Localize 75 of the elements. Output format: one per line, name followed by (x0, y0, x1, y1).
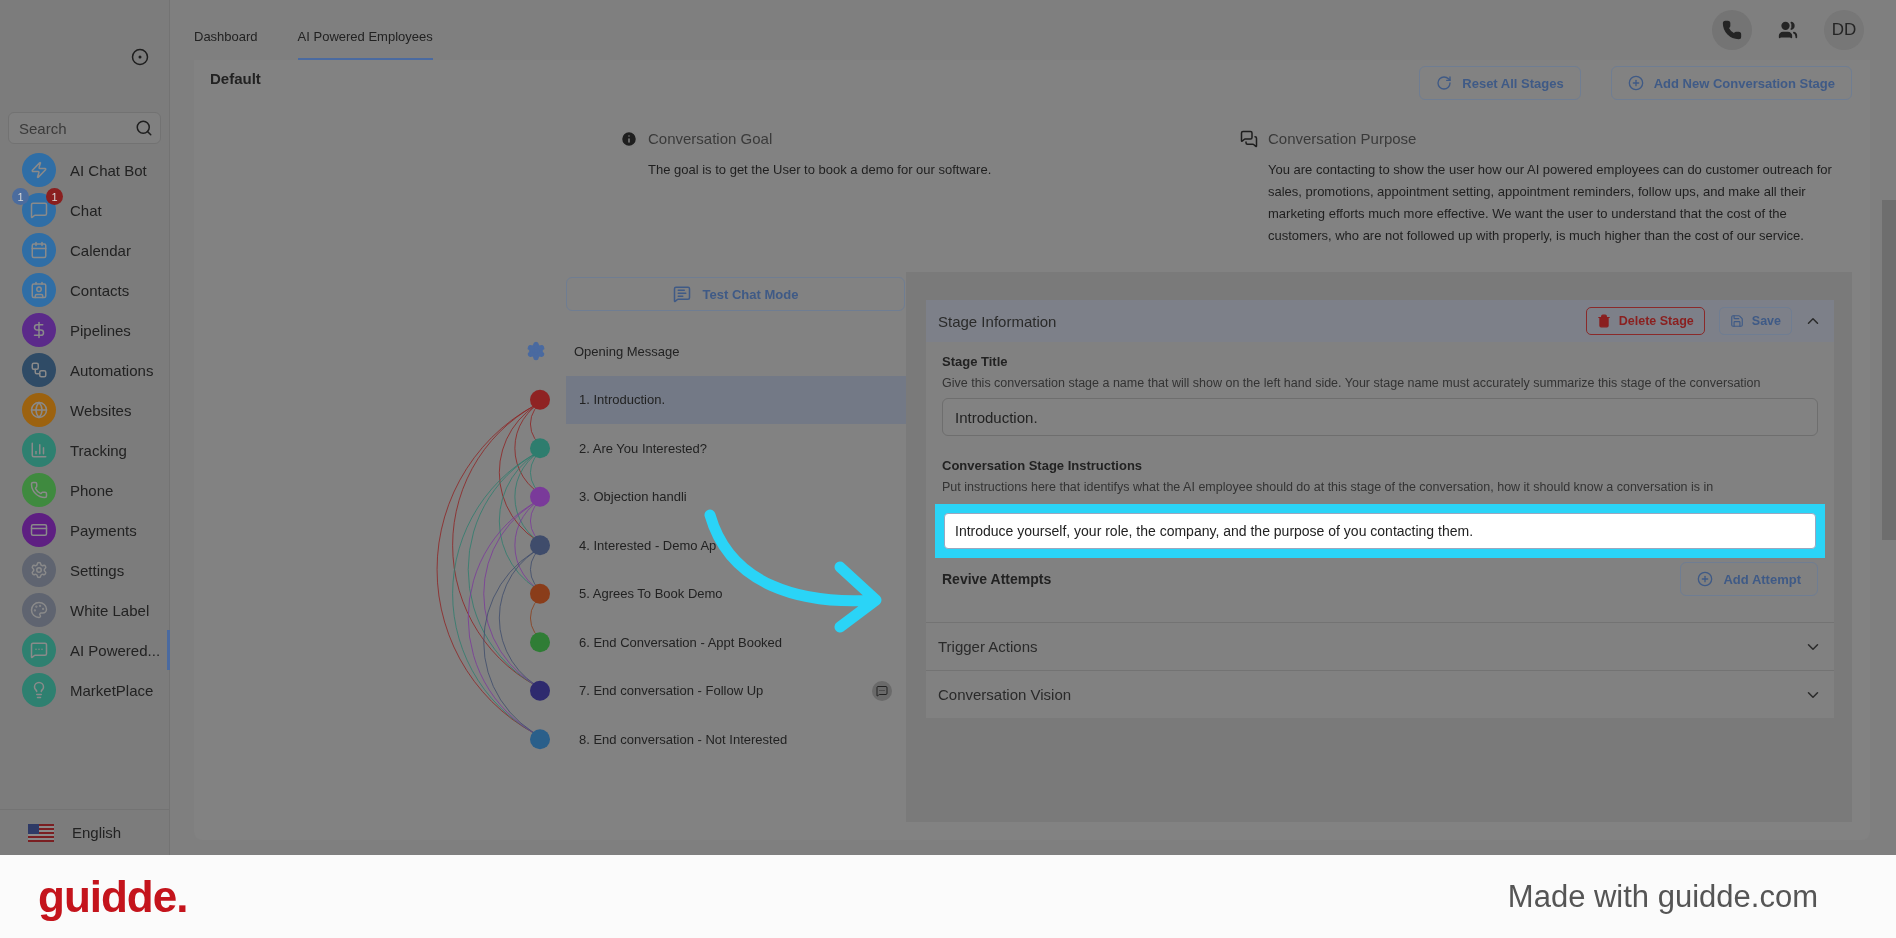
section-title[interactable]: Conversation Vision (938, 686, 1072, 703)
chat-bubbles-icon (1240, 130, 1258, 148)
phone-icon[interactable] (1722, 20, 1742, 40)
search-field[interactable]: Search (8, 112, 161, 144)
flag-icon[interactable] (28, 823, 54, 842)
palette-icon[interactable] (22, 593, 56, 627)
section-title[interactable]: Stage Information (938, 312, 1057, 330)
chat-icon[interactable] (672, 285, 691, 303)
goal-title: Conversation Goal (648, 130, 774, 147)
stage-item[interactable]: 1. Introduction. (566, 375, 906, 424)
delete-stage-button[interactable]: Delete Stage (1585, 307, 1705, 335)
plus-icon[interactable] (1627, 75, 1644, 91)
stage-item[interactable]: 8. End conversation - Not Interested (566, 715, 906, 764)
globe-icon[interactable] (22, 393, 56, 427)
nav-label[interactable]: Payments (70, 521, 137, 539)
comment-icon[interactable] (872, 680, 892, 701)
section-title[interactable]: Trigger Actions (938, 638, 1038, 655)
nav-label[interactable]: White Label (70, 601, 150, 619)
field-label: Stage Title (942, 354, 1009, 369)
tagline: Made with guidde.com (1507, 878, 1818, 915)
contact-card-icon[interactable] (22, 273, 56, 307)
settings-icon[interactable] (22, 553, 56, 587)
goal-text: The goal is to get the User to book a demo for our software. (648, 161, 992, 179)
nav-label[interactable]: AI Powered... (70, 641, 161, 659)
nav-label[interactable]: Phone (70, 481, 114, 499)
language-label[interactable]: English (72, 824, 122, 841)
info-icon (620, 130, 638, 148)
refresh-icon[interactable] (1436, 75, 1453, 91)
nav-label[interactable]: Settings (70, 561, 125, 579)
nav-label[interactable]: MarketPlace (70, 681, 154, 699)
phone-button[interactable] (1712, 10, 1752, 50)
field-label: Revive Attempts (942, 571, 1052, 587)
nav-label[interactable]: AI Chat Bot (70, 161, 147, 179)
stage-item[interactable]: 4. Interested - Demo Ap (566, 521, 906, 570)
nav-label[interactable]: Tracking (70, 441, 127, 459)
lightbulb-icon[interactable] (22, 673, 56, 707)
page-title: Default (210, 70, 261, 87)
nav-label[interactable]: Chat (70, 201, 102, 219)
nav-label[interactable]: Automations (70, 361, 154, 379)
stage-item[interactable]: 7. End conversation - Follow Up (566, 666, 906, 715)
tab[interactable]: Dashboard (194, 29, 258, 60)
purpose-title: Conversation Purpose (1268, 130, 1418, 147)
nav-label[interactable]: Pipelines (70, 321, 131, 339)
stage-item[interactable]: 3. Objection handli (566, 472, 906, 521)
instructions-field[interactable]: Introduce yourself, your role, the company, and the purpose of you contacting them. (944, 513, 1816, 549)
people-icon[interactable] (1778, 20, 1798, 40)
workflow-icon[interactable] (22, 353, 56, 387)
radio-icon[interactable] (131, 48, 149, 66)
save-icon[interactable] (1729, 314, 1744, 328)
bolt-icon[interactable] (22, 153, 56, 187)
calendar-icon[interactable] (22, 233, 56, 267)
credit-card-icon[interactable] (22, 513, 56, 547)
stage-item[interactable]: 5. Agrees To Book Demo (566, 569, 906, 618)
dollar-icon[interactable] (22, 313, 56, 347)
user-avatar[interactable]: DD (1824, 10, 1864, 50)
purpose-text: You are contacting to show the user how our AI powered employees can do customer outreach for sales, promotions, appointment setting, appointment reminders, follow ups, and make all their marketing efforts much more effective. We want the user to understand that the cost of the customers, who are not followed up with properly, is much higher than the cost of our service. (1268, 161, 1833, 245)
plus-icon[interactable] (1697, 571, 1714, 587)
stage-title-field[interactable]: Introduction. (942, 398, 1818, 436)
stage-item[interactable]: 6. End Conversation - Appt Booked (566, 618, 906, 667)
stage-label[interactable]: Opening Message (574, 343, 680, 359)
help-text: Put instructions here that identifys what the AI employee should do at this stage of the conversation, how it should know a conversation is in (942, 479, 1715, 496)
search-icon[interactable] (135, 119, 153, 137)
help-text: Give this conversation stage a name that will show on the left hand side. Your stage name must accurately summarize this stage of the conversation (942, 375, 1762, 392)
logo: guidde. (38, 871, 188, 922)
nav-label[interactable]: Contacts (70, 281, 130, 299)
count-badge: 1 (46, 188, 63, 205)
nav-label[interactable]: Websites (70, 401, 132, 419)
nav-label[interactable]: Calendar (70, 241, 131, 259)
chat-bubble-icon[interactable] (22, 633, 56, 667)
count-badge: 1 (12, 188, 29, 205)
trash-icon[interactable] (1596, 314, 1611, 328)
stage-item[interactable]: 2. Are You Interested? (566, 424, 906, 473)
bar-chart-icon[interactable] (22, 433, 56, 467)
field-label: Conversation Stage Instructions (942, 458, 1144, 473)
settings-icon[interactable] (526, 341, 546, 362)
